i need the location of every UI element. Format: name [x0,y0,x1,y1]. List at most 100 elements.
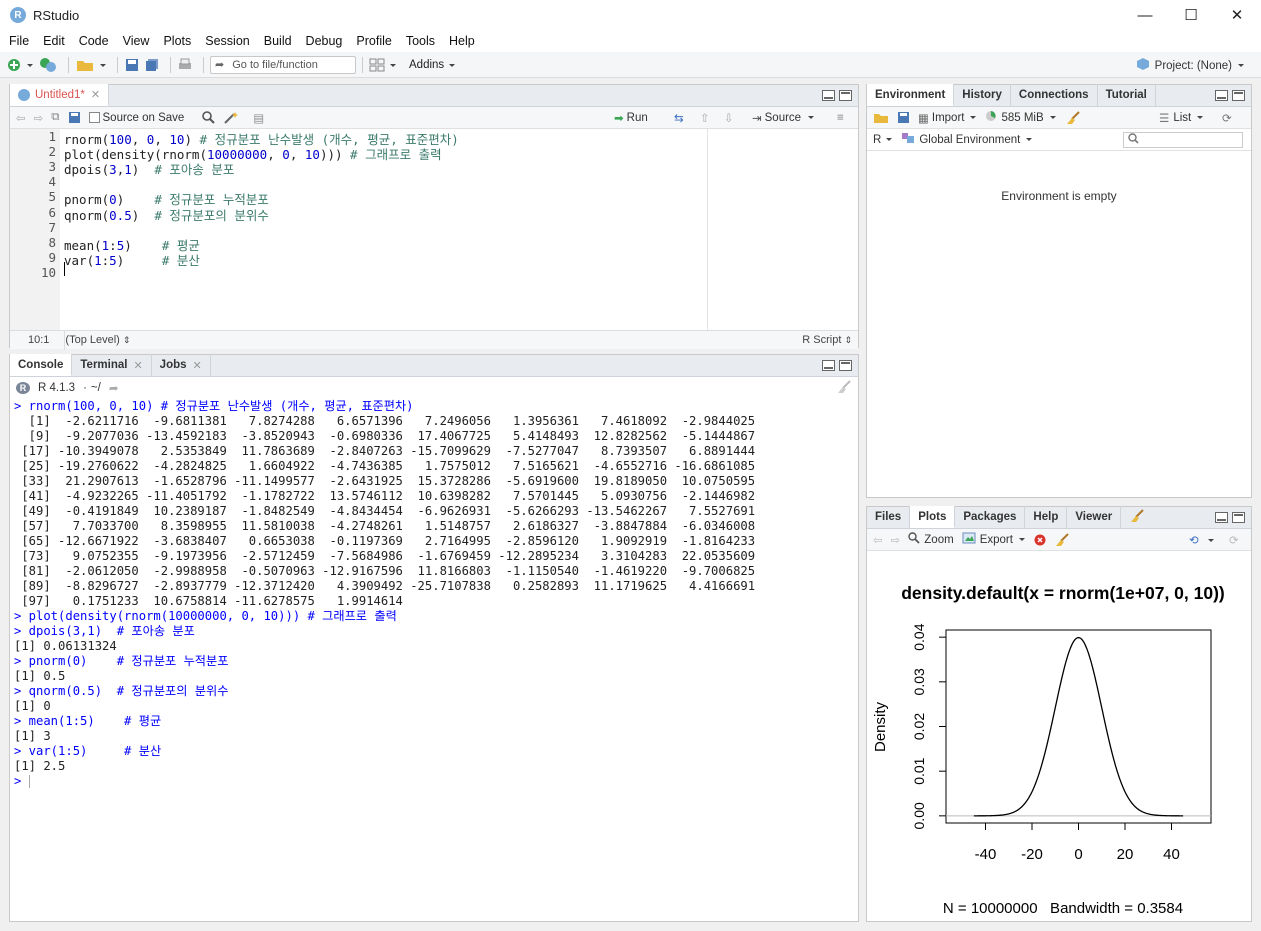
minimize-pane-icon[interactable] [1215,512,1228,523]
maximize-pane-icon[interactable] [1232,90,1245,101]
close-button[interactable]: ✕ [1214,0,1260,30]
line-number: 4 [48,174,56,190]
menu-file[interactable]: File [9,34,29,48]
minimize-pane-icon[interactable] [822,90,835,101]
addins-menu[interactable]: Addins [409,59,444,71]
clear-console-broom-icon[interactable] [836,379,852,397]
menu-code[interactable]: Code [79,34,109,48]
new-file-dropdown-icon[interactable] [26,57,34,73]
refresh-plot-icon[interactable]: ⟳ [1229,533,1239,547]
tab-console[interactable]: Console [10,354,73,376]
menu-edit[interactable]: Edit [43,34,65,48]
clear-plots-broom-icon[interactable] [1054,532,1070,547]
working-directory[interactable]: ~/ [91,382,101,394]
tab-plots[interactable]: Plots [910,506,956,528]
memory-usage-button[interactable]: 585 MiB [985,110,1056,125]
tab-untitled1[interactable]: Untitled1* ✕ [10,84,110,106]
code-token: ))) [319,147,351,163]
addins-dropdown-icon[interactable] [447,57,457,73]
save-icon[interactable] [124,57,140,73]
forward-arrow-icon[interactable]: ⇨ [34,111,44,125]
scope-selector[interactable]: Global Environment [901,132,1033,147]
publish-dropdown-icon[interactable] [1207,536,1215,544]
tab-presentation-broom[interactable] [1121,506,1153,528]
next-plot-icon[interactable]: ⇨ [891,533,901,547]
source-on-save-checkbox[interactable]: Source on Save [88,112,184,124]
rerun-icon[interactable]: ⇆ [674,111,684,125]
save-file-icon[interactable] [68,111,81,124]
tab-jobs[interactable]: Jobs ✕ [152,354,211,376]
file-type-selector[interactable]: R Script ⇕ [802,334,852,346]
menu-help[interactable]: Help [449,34,475,48]
goto-wd-arrow-icon[interactable]: ➦ [109,381,119,395]
tab-files[interactable]: Files [867,506,911,528]
source-button[interactable]: ⇥ Source [752,111,815,125]
tab-packages[interactable]: Packages [955,506,1026,528]
new-file-icon[interactable] [6,57,22,73]
menu-tools[interactable]: Tools [406,34,435,48]
maximize-pane-icon[interactable] [839,360,852,371]
code-editor[interactable]: 1 2 3 4 5 6 7 8 9 10 rnorm(100, 0, 10) # 정규분포 난수발… [10,129,858,340]
compile-report-icon[interactable]: ▤ [253,111,264,125]
menu-plots[interactable]: Plots [163,34,191,48]
back-arrow-icon[interactable]: ⇦ [16,111,26,125]
code-area[interactable]: rnorm(100, 0, 10) # 정규분포 난수발생 (개수, 평균, 표… [64,129,858,340]
minimize-button[interactable]: — [1122,0,1168,30]
code-line[interactable]: qnorm(0.5) # 정규분포의 분위수 [64,205,269,224]
tab-viewer[interactable]: Viewer [1067,506,1122,528]
workspace-panes-icon[interactable] [369,57,385,73]
menu-profile[interactable]: Profile [356,34,391,48]
export-button[interactable]: Export [962,532,1026,547]
publish-icon[interactable]: ⟲ [1189,533,1199,547]
go-up-icon[interactable]: ⇧ [700,111,710,125]
scope-selector[interactable]: (Top Level) ⇕ [65,334,130,346]
open-file-icon[interactable] [75,57,95,73]
maximize-button[interactable]: ☐ [1168,0,1214,30]
load-workspace-icon[interactable] [873,111,889,124]
tab-tutorial[interactable]: Tutorial [1098,84,1156,106]
tab-close-icon[interactable]: ✕ [91,88,100,101]
remove-plot-icon[interactable] [1034,534,1046,546]
tab-close-icon[interactable]: ✕ [133,359,142,372]
zoom-button[interactable]: Zoom [908,532,954,547]
tab-history[interactable]: History [954,84,1011,106]
refresh-environment-icon[interactable]: ⟳ [1222,111,1232,125]
list-view-button[interactable]: ☰ List [1159,111,1204,125]
save-workspace-icon[interactable] [897,111,910,124]
maximize-pane-icon[interactable] [1232,512,1245,523]
workspace-panes-dropdown-icon[interactable] [389,57,397,73]
tab-close-icon[interactable]: ✕ [193,359,202,372]
import-dataset-button[interactable]: ▦ Import [918,111,977,125]
new-project-icon[interactable] [38,57,58,73]
minimize-pane-icon[interactable] [1215,90,1228,101]
code-line[interactable]: dpois(3,1) # 포아송 분포 [64,159,234,178]
print-icon[interactable] [177,57,193,73]
tab-terminal[interactable]: Terminal ✕ [72,354,152,376]
menu-debug[interactable]: Debug [306,34,343,48]
document-outline-icon[interactable]: ≡ [837,112,844,124]
maximize-pane-icon[interactable] [839,90,852,101]
previous-plot-icon[interactable]: ⇦ [873,533,883,547]
environment-search-input[interactable] [1123,132,1243,148]
project-menu[interactable]: Project: (None) [1136,57,1245,74]
menu-view[interactable]: View [123,34,150,48]
open-file-dropdown-icon[interactable] [99,57,107,73]
tab-help[interactable]: Help [1025,506,1068,528]
goto-file-function-input[interactable]: ➦ Go to file/function [210,55,356,74]
tab-environment[interactable]: Environment [867,84,955,106]
save-all-icon[interactable] [144,57,160,73]
show-in-window-icon[interactable]: ⧉ [51,111,59,124]
go-down-icon[interactable]: ⇩ [724,111,734,125]
code-tools-wand-icon[interactable] [223,111,239,124]
minimize-pane-icon[interactable] [822,360,835,371]
find-replace-icon[interactable] [202,111,216,124]
code-line[interactable]: var(1:5) # 분산 [64,250,200,269]
language-selector[interactable]: R [873,134,893,146]
clear-workspace-broom-icon[interactable] [1065,110,1081,125]
tab-connections[interactable]: Connections [1011,84,1098,106]
console-output[interactable]: > rnorm(100, 0, 10) # 정규분포 난수발생 (개수, 평균,… [14,399,854,919]
y-tick-label: 0.01 [911,757,927,784]
run-button[interactable]: ➡ Run [614,111,648,125]
menu-session[interactable]: Session [205,34,249,48]
menu-build[interactable]: Build [264,34,292,48]
